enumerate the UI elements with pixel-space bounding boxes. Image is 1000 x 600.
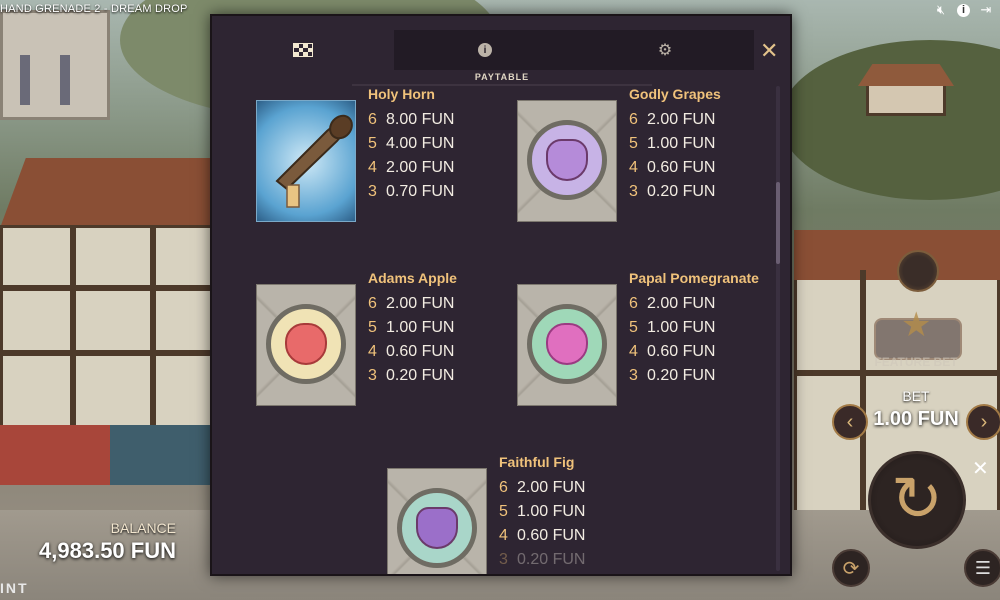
timber-house <box>0 225 215 435</box>
symbol-name: Papal Pomegranate <box>629 270 759 286</box>
pay-rows: 6 2.00 FUN 5 1.00 FUN 4 0.60 FUN 3 0.20 FUN <box>629 108 715 204</box>
castle <box>0 10 110 120</box>
pay-row: 4 2.00 FUN <box>368 159 455 176</box>
pay-rows: 6 8.00 FUN 5 4.00 FUN 4 2.00 FUN 3 0.70 FUN <box>368 108 454 204</box>
grapes-tile <box>517 100 617 222</box>
pay-row: 4 0.60 FUN <box>629 343 716 360</box>
apple-tile <box>256 284 356 406</box>
bet-value: 1.00 FUN <box>873 408 959 430</box>
balance-value: 4,983.50 FUN <box>39 538 176 563</box>
pay-row: 3 0.20 FUN <box>629 183 716 200</box>
gear-icon: ⚙ <box>657 42 673 59</box>
pay-row: 3 0.70 FUN <box>368 183 455 200</box>
paytable-modal: i ⚙ ✕ PAYTABLE Holy Horn 6 8.00 FUN 5 4.00… <box>210 14 792 576</box>
symbol-name: Adams Apple <box>368 270 457 286</box>
symbol-name: Holy Horn <box>368 86 435 102</box>
pay-row: 5 1.00 FUN <box>499 503 586 520</box>
top-icon-bar: 🔇︎ i ⇥ <box>933 2 994 18</box>
pay-rows: 6 2.00 FUN 5 1.00 FUN 4 0.60 FUN 3 0.20 FUN <box>629 292 715 388</box>
pay-row: 5 1.00 FUN <box>368 319 455 336</box>
scrollbar-track[interactable] <box>776 86 780 571</box>
pay-row: 3 0.20 FUN <box>499 551 586 568</box>
grapes-icon <box>527 120 607 200</box>
horn-tile <box>256 100 356 222</box>
pay-row: 6 8.00 FUN <box>368 111 455 128</box>
spin-button[interactable]: ↻ <box>868 451 966 549</box>
balance-panel: BALANCE 4,983.50 FUN <box>0 520 210 564</box>
scrollbar-thumb[interactable] <box>776 182 780 264</box>
brand-logo: INT <box>0 580 29 596</box>
symbol-name: Faithful Fig <box>499 454 575 470</box>
tab-caption: PAYTABLE <box>474 72 530 82</box>
pomegranate-icon <box>527 304 607 384</box>
roof <box>0 158 215 228</box>
info-icon: i <box>478 43 492 57</box>
pay-row: 3 0.20 FUN <box>629 367 716 384</box>
pomegranate-tile <box>517 284 617 406</box>
symbol-entry-faithful-fig: Faithful Fig 6 2.00 FUN 5 1.00 FUN 4 0.60 F… <box>387 454 647 574</box>
pay-row: 6 2.00 FUN <box>499 479 586 496</box>
star-icon: ★ <box>901 306 932 344</box>
game-title: HAND GRENADE 2 - DREAM DROP <box>0 3 188 15</box>
symbol-entry-adams-apple: Adams Apple 6 2.00 FUN 5 1.00 FUN 4 0.60 FU… <box>256 270 516 410</box>
fig-icon <box>397 488 477 568</box>
symbol-entry-godly-grapes: Godly Grapes 6 2.00 FUN 5 1.00 FUN 4 0.60 F… <box>517 86 777 226</box>
pay-row: 6 2.00 FUN <box>368 295 455 312</box>
apple-icon <box>266 304 346 384</box>
autoplay-icon: ⟳ <box>842 557 860 580</box>
pay-row: 5 1.00 FUN <box>629 319 716 336</box>
pay-row: 3 0.20 FUN <box>368 367 455 384</box>
close-icon[interactable]: ✕ <box>972 456 989 481</box>
bet-label: BET <box>902 388 930 404</box>
pay-rows: 6 2.00 FUN 5 1.00 FUN 4 0.60 FUN 3 0.20 FUN <box>499 476 585 572</box>
tab-info[interactable]: i <box>394 30 576 70</box>
tab-paytable[interactable] <box>212 30 394 70</box>
pay-row: 6 2.00 FUN <box>629 295 716 312</box>
balance-label: BALANCE <box>110 520 176 536</box>
symbol-name: Godly Grapes <box>629 86 721 102</box>
pay-row: 5 4.00 FUN <box>368 135 455 152</box>
autoplay-button[interactable]: ⟳ <box>832 549 870 587</box>
menu-button[interactable]: ☰ <box>964 549 1000 587</box>
fig-tile <box>387 468 487 574</box>
bet-increase-button[interactable]: › <box>966 404 1000 440</box>
pay-row: 4 0.60 FUN <box>368 343 455 360</box>
mute-icon[interactable]: 🔇︎ <box>933 2 949 18</box>
close-modal-button[interactable]: ✕ <box>760 38 778 64</box>
symbol-entry-holy-horn: Holy Horn 6 8.00 FUN 5 4.00 FUN 4 2.00 FUN … <box>256 86 516 226</box>
pay-row: 6 2.00 FUN <box>629 111 716 128</box>
feature-buy-icon[interactable] <box>897 250 939 292</box>
symbol-entry-papal-pomegranate: Papal Pomegranate 6 2.00 FUN 5 1.00 FUN 40… <box>517 270 777 410</box>
horn-icon <box>275 114 353 208</box>
spin-icon: ↻ <box>891 465 943 534</box>
hamburger-icon: ☰ <box>974 557 992 578</box>
bet-decrease-button[interactable]: ‹ <box>832 404 868 440</box>
exit-icon[interactable]: ⇥ <box>978 2 994 18</box>
pay-row: 4 0.60 FUN <box>629 159 716 176</box>
pay-rows: 6 2.00 FUN 5 1.00 FUN 4 0.60 FUN 3 0.20 FUN <box>368 292 454 388</box>
pay-row: 5 1.00 FUN <box>629 135 716 152</box>
checkerboard-icon <box>293 43 313 57</box>
pay-row: 4 0.60 FUN <box>499 527 586 544</box>
feature-bet-label: FEATURE BET <box>874 355 958 369</box>
info-icon[interactable]: i <box>957 3 970 17</box>
tab-settings[interactable]: ⚙ <box>576 30 754 70</box>
